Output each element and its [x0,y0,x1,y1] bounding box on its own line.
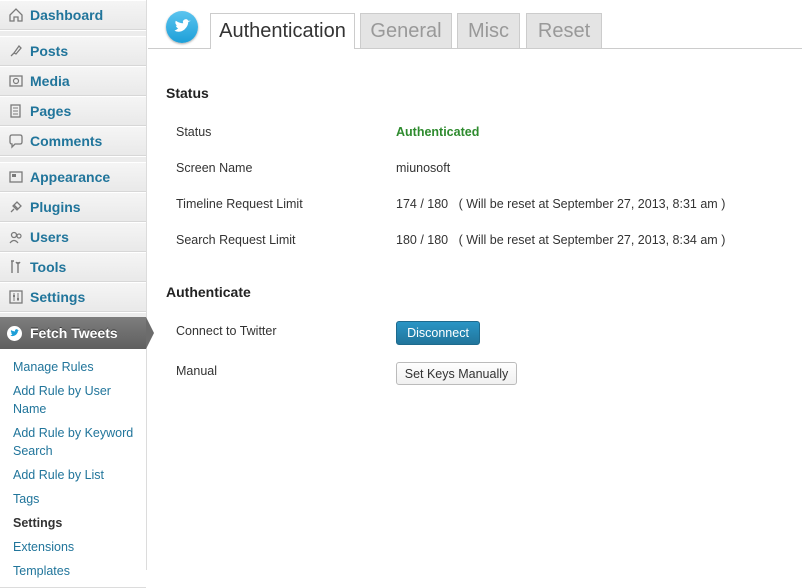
manual-label: Manual [176,364,217,378]
menu-item-settings[interactable]: Settings [0,282,146,312]
dashboard-icon [7,7,24,24]
appearance-icon [7,169,24,186]
timeline-limit-reset-note: ( Will be reset at September 27, 2013, 8… [458,197,726,211]
menu-item-fetch-tweets[interactable]: Fetch Tweets [0,317,154,349]
timeline-limit-label: Timeline Request Limit [176,197,303,211]
menu-group-content: Posts Media Pages Comments [0,36,146,157]
pages-icon [7,103,24,120]
screen-name-label: Screen Name [176,161,253,175]
menu-item-appearance[interactable]: Appearance [0,162,146,192]
menu-label: Pages [30,103,72,119]
search-limit-label: Search Request Limit [176,233,296,247]
submenu-add-rule-by-keyword-search[interactable]: Add Rule by Keyword Search [0,421,146,463]
fetch-tweets-submenu: Manage Rules Add Rule by User Name Add R… [0,349,146,588]
submenu-extensions[interactable]: Extensions [0,535,146,559]
menu-item-media[interactable]: Media [0,66,146,96]
authenticate-heading: Authenticate [166,284,251,300]
menu-item-tools[interactable]: Tools [0,252,146,282]
menu-label: Appearance [30,169,111,185]
submenu-manage-rules[interactable]: Manage Rules [0,355,146,379]
menu-group-admin: Appearance Plugins Users Tools Settings [0,162,146,313]
submenu-settings[interactable]: Settings [0,511,146,535]
menu-group-dashboard: Dashboard [0,0,146,31]
plugins-icon [7,199,24,216]
tab-authentication[interactable]: Authentication [210,13,355,49]
settings-icon [7,289,24,306]
connect-to-twitter-label: Connect to Twitter [176,324,277,338]
search-limit-reset-note: ( Will be reset at September 27, 2013, 8… [458,233,726,247]
menu-label: Comments [30,133,103,149]
menu-label: Plugins [30,199,81,215]
menu-label: Dashboard [30,7,104,23]
submenu-templates[interactable]: Templates [0,559,146,583]
menu-item-comments[interactable]: Comments [0,126,146,156]
status-label: Status [176,125,212,139]
set-keys-manually-button[interactable]: Set Keys Manually [396,362,517,385]
tools-icon [7,259,24,276]
status-heading: Status [166,85,209,101]
menu-label: Settings [30,289,86,305]
timeline-limit-value: 174 / 180 ( Will be reset at September 2… [396,197,725,211]
status-value: Authenticated [396,125,480,139]
disconnect-button[interactable]: Disconnect [396,321,480,345]
submenu-add-rule-by-user-name[interactable]: Add Rule by User Name [0,379,146,421]
comments-icon [7,133,24,150]
timeline-limit-count: 174 / 180 [396,197,449,211]
submenu-add-rule-by-list[interactable]: Add Rule by List [0,463,146,487]
menu-label: Tools [30,259,67,275]
menu-item-dashboard[interactable]: Dashboard [0,0,146,30]
tab-general[interactable]: General [360,13,452,48]
menu-item-posts[interactable]: Posts [0,36,146,66]
admin-sidebar: Dashboard Posts Media Pages Comments App… [0,0,154,588]
menu-label: Media [30,73,70,89]
menu-item-pages[interactable]: Pages [0,96,146,126]
menu-label: Fetch Tweets [30,325,118,341]
twitter-bird-icon [7,325,22,341]
posts-icon [7,43,24,60]
screen-name-value: miunosoft [396,161,451,175]
settings-page: Authentication General Misc Reset Status… [148,0,802,570]
menu-label: Users [30,229,69,245]
menu-label: Posts [30,43,69,59]
search-limit-value: 180 / 180 ( Will be reset at September 2… [396,233,725,247]
menu-item-users[interactable]: Users [0,222,146,252]
users-icon [7,229,24,246]
menu-item-plugins[interactable]: Plugins [0,192,146,222]
tab-bar: Authentication General Misc Reset [148,0,802,49]
search-limit-count: 180 / 180 [396,233,449,247]
tab-reset[interactable]: Reset [526,13,602,48]
twitter-logo-icon [166,11,198,43]
submenu-tags[interactable]: Tags [0,487,146,511]
media-icon [7,73,24,90]
tab-misc[interactable]: Misc [457,13,520,48]
